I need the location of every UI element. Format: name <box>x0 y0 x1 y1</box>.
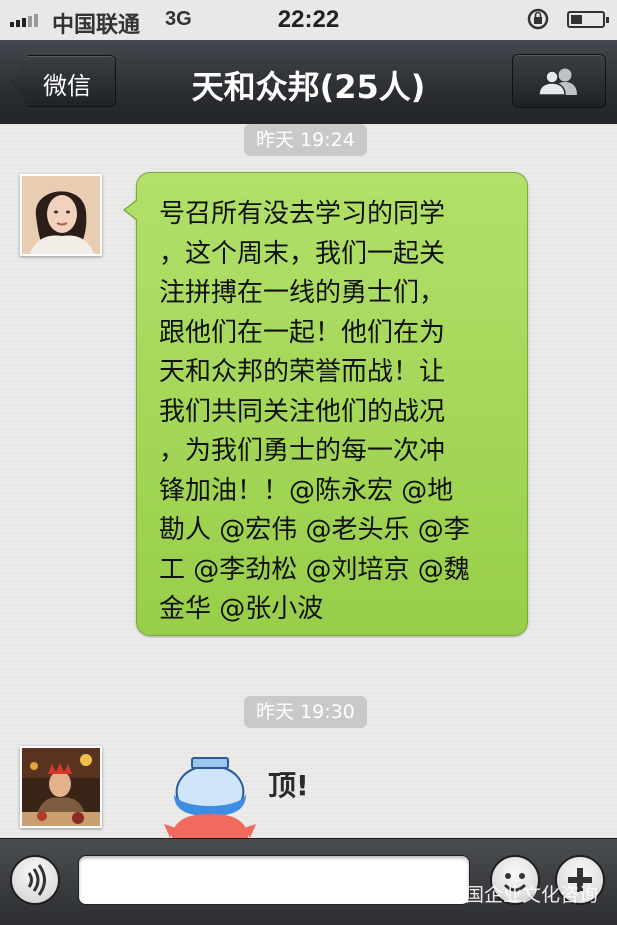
timestamp: 昨天 19:30 <box>244 696 367 728</box>
timestamp: 昨天 19:24 <box>244 124 367 156</box>
group-members-button[interactable] <box>512 54 606 108</box>
watermark: 中国企业文化咨询 <box>420 880 598 907</box>
wechat-logo-icon <box>420 884 440 902</box>
avatar-photo <box>22 748 100 826</box>
watermark-text: 中国企业文化咨询 <box>446 884 599 906</box>
status-bar: 中国联通 3G 22:22 <box>0 0 617 40</box>
message-input[interactable] <box>78 855 470 905</box>
voice-button[interactable] <box>10 855 60 905</box>
jar-sticker[interactable] <box>160 754 260 838</box>
avatar[interactable] <box>20 746 102 828</box>
avatar[interactable] <box>20 174 102 256</box>
message-text: 号召所有没去学习的同学 ，这个周末，我们一起关 注拼搏在一线的勇士们， 跟他们在… <box>159 199 470 624</box>
avatar-photo <box>22 176 100 254</box>
battery-icon <box>567 11 609 28</box>
rotation-lock-icon <box>527 8 549 30</box>
nav-bar: 微信 天和众邦(25人) <box>0 40 617 125</box>
message-bubble[interactable]: 号召所有没去学习的同学 ，这个周末，我们一起关 注拼搏在一线的勇士们， 跟他们在… <box>123 172 528 636</box>
sticker-text: 顶! <box>268 769 309 802</box>
group-icon <box>538 68 577 95</box>
voice-icon <box>27 864 46 896</box>
status-time: 22:22 <box>277 6 340 33</box>
chat-area[interactable]: 昨天 19:24 号召所有没去学习的同学 ，这个周末，我们一起关 注拼搏在一线的… <box>0 124 617 838</box>
